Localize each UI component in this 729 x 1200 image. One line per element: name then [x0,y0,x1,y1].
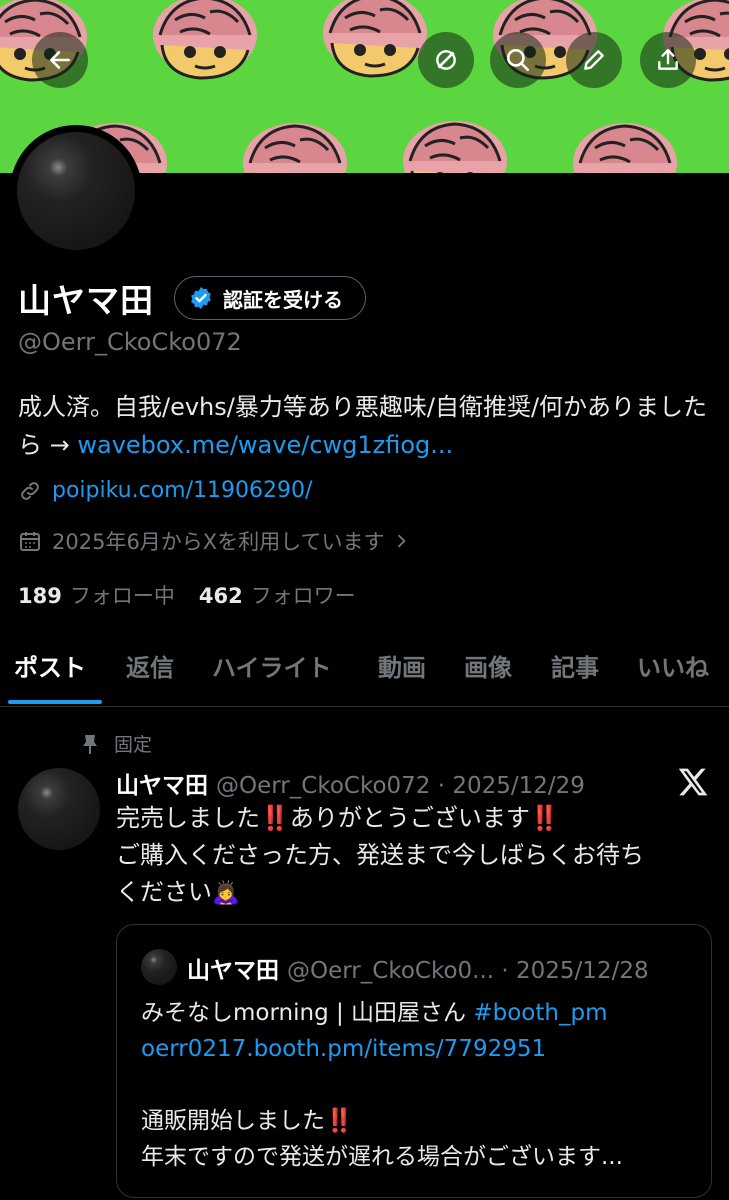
quote-line-1: みそなしmorning | 山田屋さん #booth_pm [141,995,701,1031]
tab-highlights[interactable]: ハイライト [212,648,332,683]
tab-posts[interactable]: ポスト [14,648,86,683]
joined-text: 2025年6月からXを利用しています [52,530,385,554]
profile-handle: @Oerr_CkoCko072 [18,328,242,356]
joined-row[interactable]: 2025年6月からXを利用しています [18,526,421,556]
quote-exclamation-emoji: ‼️ [325,1108,354,1134]
quote-line-1-text: みそなしmorning | 山田屋さん [141,1000,474,1026]
post-line-1a: 完売しました [116,804,260,832]
tab-replies[interactable]: 返信 [126,648,174,683]
circle-slash-icon [436,50,456,70]
quote-line-3-text: 通販開始しました [141,1108,325,1134]
back-button[interactable] [32,32,88,88]
following-link[interactable]: 189 フォロー中 [18,580,175,610]
x-logo-icon [678,768,708,796]
post-line-1: 完売しました‼️ありがとうございます‼️ [116,800,716,837]
quote-author: 山ヤマ田 [187,958,279,984]
followers-count: 462 [198,584,243,608]
profile-tabs: ポスト 返信 ハイライト 動画 画像 記事 いいね [0,640,729,707]
quote-header: 山ヤマ田 @Oerr_CkoCko0... · 2025/12/28 [187,951,649,985]
followers-link[interactable]: 462 フォロワー [199,580,356,610]
quote-body: みそなしmorning | 山田屋さん #booth_pm oerr0217.b… [141,995,701,1175]
tab-images[interactable]: 画像 [464,648,512,683]
post-line-1b: ありがとうございます [289,804,530,832]
name-row: 山ヤマ田 認証を受ける [18,274,366,322]
bowing-emoji: 🙇‍♀️ [212,881,240,906]
link-icon [21,481,39,500]
search-button[interactable] [490,32,546,88]
double-exclamation-emoji-2: ‼️ [529,804,560,832]
profile-bio: 成人済。自我/evhs/暴力等あり悪趣味/自衛推奨/何かありましたら → wav… [18,388,718,464]
pinned-label: 固定 [114,734,153,756]
website-row: poipiku.com/11906290/ [18,478,312,503]
post-handle-date[interactable]: @Oerr_CkoCko072 · 2025/12/29 [216,773,585,799]
display-name: 山ヤマ田 [18,281,154,320]
post-body[interactable]: 完売しました‼️ありがとうございます‼️ ご購入くださった方、発送まで今しばらく… [116,800,716,912]
post-line-3-text: ください [116,878,212,906]
pinned-indicator: 固定 [80,730,152,757]
share-button[interactable] [640,32,696,88]
tab-videos[interactable]: 動画 [378,648,426,683]
double-exclamation-emoji: ‼️ [260,804,290,832]
quote-hashtag[interactable]: #booth_pm [473,1000,607,1026]
grok-button[interactable] [418,32,474,88]
bio-link[interactable]: wavebox.me/wave/cwg1zfiog... [77,431,453,459]
quote-line-3: 通販開始しました‼️ [141,1103,701,1139]
tab-likes[interactable]: いいね [637,648,709,683]
search-icon [506,48,530,72]
follow-stats: 189 フォロー中 462 フォロワー [18,580,380,610]
verified-badge-icon [191,287,211,309]
quote-line-4: 年末ですので発送が遅れる場合がございます... [141,1144,623,1170]
following-count: 189 [18,584,62,608]
tab-articles[interactable]: 記事 [551,648,599,683]
get-verified-label: 認証を受ける [223,287,343,312]
post-author[interactable]: 山ヤマ田 [116,773,208,799]
post-header: 山ヤマ田 @Oerr_CkoCko072 · 2025/12/29 [116,766,585,800]
active-tab-indicator [8,700,102,704]
post-avatar[interactable] [18,768,100,850]
quoted-post[interactable]: 山ヤマ田 @Oerr_CkoCko0... · 2025/12/28 みそなしmo… [116,924,712,1198]
quote-handle-date: @Oerr_CkoCko0... · 2025/12/28 [287,958,649,984]
chevron-right-icon [397,534,406,548]
website-link[interactable]: poipiku.com/11906290/ [52,478,312,503]
calendar-icon [20,532,40,551]
pencil-icon [584,50,604,70]
pin-icon [83,734,97,754]
edit-button[interactable] [566,32,622,88]
followers-label: フォロワー [250,584,356,608]
quote-link[interactable]: oerr0217.booth.pm/items/7792951 [141,1031,701,1067]
quote-avatar [141,949,177,985]
share-icon [658,49,678,70]
post-line-3: ください🙇‍♀️ [116,874,716,912]
get-verified-button[interactable]: 認証を受ける [174,276,366,320]
post-line-2: ご購入くださった方、発送まで今しばらくお待ち [116,841,644,869]
following-label: フォロー中 [69,584,175,608]
profile-avatar[interactable] [10,125,142,257]
arrow-left-icon [50,51,70,69]
avatar-image [17,132,135,250]
